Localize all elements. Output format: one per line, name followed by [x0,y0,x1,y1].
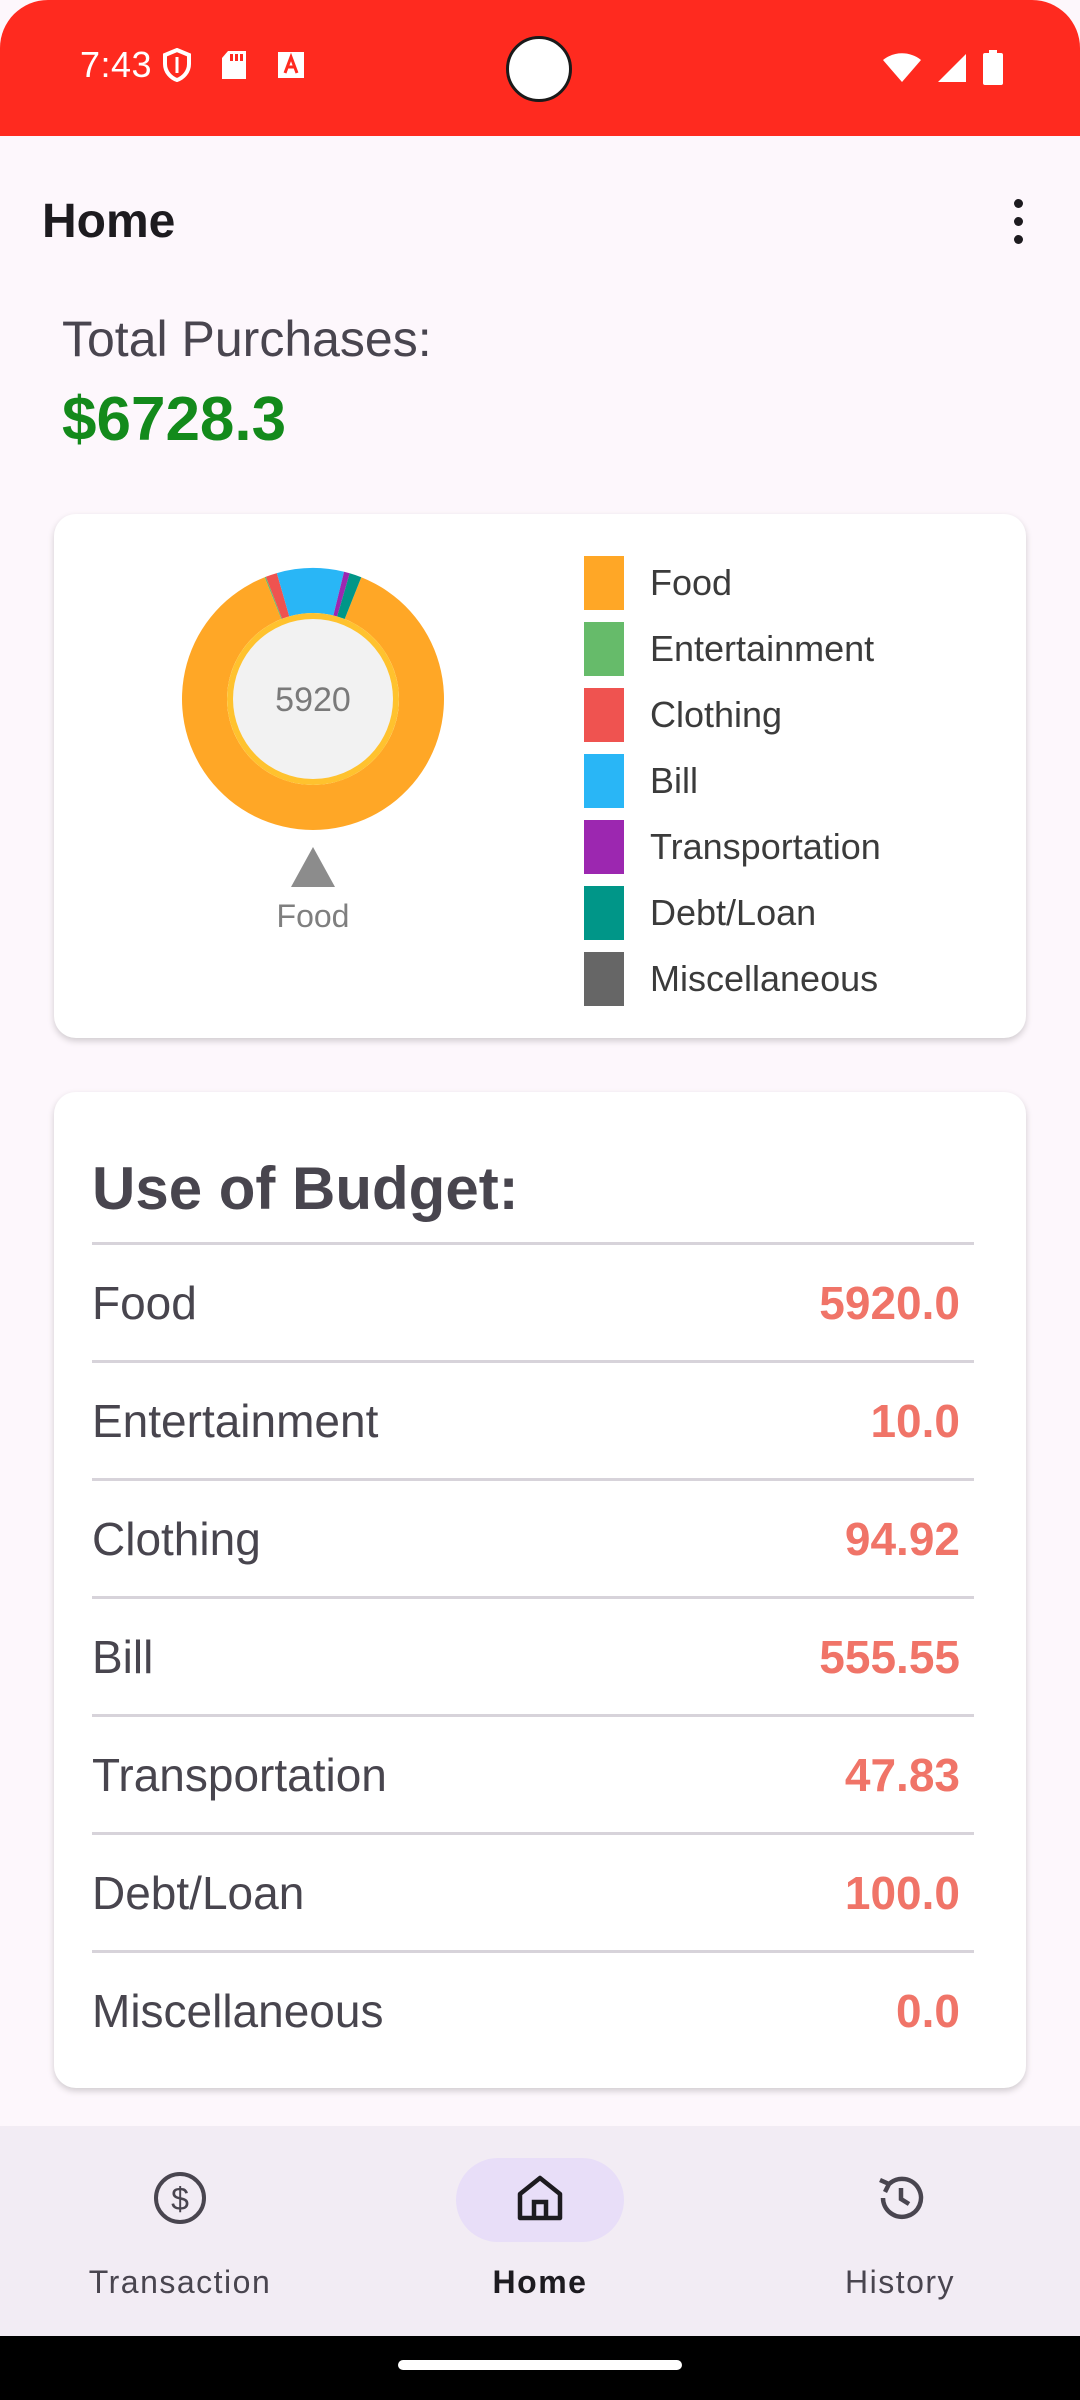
dollar-circle-icon: $ [152,2170,208,2231]
status-icons-left [162,47,306,87]
budget-row: Clothing 94.92 [92,1478,974,1596]
total-purchases-value: $6728.3 [62,385,287,454]
nav-item-history[interactable]: History [720,2126,1080,2336]
legend-swatch [584,886,624,940]
legend-label: Bill [650,760,699,801]
budget-category-name: Bill [92,1630,154,1683]
budget-category-name: Debt/Loan [92,1866,305,1919]
donut-chart[interactable]: 5920 [178,564,448,834]
nav-label: Transaction [88,2264,272,2300]
selection-pointer-icon [291,847,335,887]
nav-pill: $ [96,2158,264,2242]
budget-row: Food 5920.0 [92,1242,974,1360]
legend-label: Transportation [650,826,881,867]
budget-category-value: 47.83 [844,1748,960,1801]
legend-swatch [584,622,624,676]
status-time: 7:43 [80,44,153,85]
budget-card: Use of Budget: Food 5920.0 Entertainment 10… [54,1092,1026,2088]
budget-row: Entertainment 10.0 [92,1360,974,1478]
signal-icon [936,52,968,89]
legend-swatch [584,688,624,742]
nav-label: Home [492,2264,588,2300]
status-icons-right [882,50,1004,91]
svg-text:$: $ [171,2181,189,2217]
budget-row: Bill 555.55 [92,1596,974,1714]
budget-row: Transportation 47.83 [92,1714,974,1832]
selected-slice-label: Food [276,898,350,934]
legend-item: Bill [584,748,881,814]
legend-swatch [584,556,624,610]
budget-title: Use of Budget: [92,1155,519,1222]
legend-swatch [584,952,624,1006]
donut-center-value: 5920 [275,681,351,719]
nav-label: History [844,2264,956,2300]
budget-category-value: 555.55 [819,1630,960,1683]
budget-category-name: Entertainment [92,1394,379,1447]
shield-icon [162,47,192,87]
legend-swatch [584,754,624,808]
legend-item: Clothing [584,682,881,748]
budget-category-name: Transportation [92,1748,387,1801]
legend-item: Transportation [584,814,881,880]
budget-category-value: 5920.0 [819,1276,960,1329]
home-icon [514,2172,566,2229]
legend-item: Entertainment [584,616,881,682]
legend-item: Debt/Loan [584,880,881,946]
budget-category-value: 0.0 [896,1984,960,2037]
page-title: Home [42,195,176,248]
legend-label: Clothing [650,694,783,735]
legend-item: Food [584,550,881,616]
more-vert-icon[interactable] [988,186,1048,256]
legend-label: Food [650,562,733,603]
sd-card-icon [220,49,248,86]
budget-category-value: 100.0 [844,1866,960,1919]
status-bar: 7:43 [0,0,1080,136]
budget-category-value: 94.92 [844,1512,960,1565]
legend-item: Miscellaneous [584,946,881,1012]
legend-label: Debt/Loan [650,892,817,933]
camera-cutout [506,36,572,102]
gesture-handle[interactable] [398,2360,682,2370]
nav-pill [456,2158,624,2242]
budget-category-name: Miscellaneous [92,1984,384,2037]
nav-item-transaction[interactable]: $ Transaction [0,2126,360,2336]
chart-card: 5920 Food Food Entertainment Clothing Bill T… [54,514,1026,1038]
legend-label: Miscellaneous [650,958,879,999]
history-icon [872,2170,928,2231]
legend-label: Entertainment [650,628,875,669]
budget-category-value: 10.0 [870,1394,960,1447]
chart-legend: Food Entertainment Clothing Bill Transportat… [584,550,881,1012]
budget-category-name: Clothing [92,1512,261,1565]
battery-icon [982,50,1004,91]
notification-a-icon [276,50,306,85]
budget-category-name: Food [92,1276,197,1329]
bottom-nav: $ Transaction Home History [0,2126,1080,2336]
budget-list: Food 5920.0 Entertainment 10.0 Clothing 94.92… [92,1242,974,2068]
wifi-icon [882,52,922,89]
total-purchases-label: Total Purchases: [62,311,432,367]
system-gesture-area [0,2336,1080,2400]
budget-row: Debt/Loan 100.0 [92,1832,974,1950]
nav-pill [816,2158,984,2242]
nav-item-home[interactable]: Home [360,2126,720,2336]
app-bar: Home [0,136,1080,306]
budget-row: Miscellaneous 0.0 [92,1950,974,2068]
legend-swatch [584,820,624,874]
